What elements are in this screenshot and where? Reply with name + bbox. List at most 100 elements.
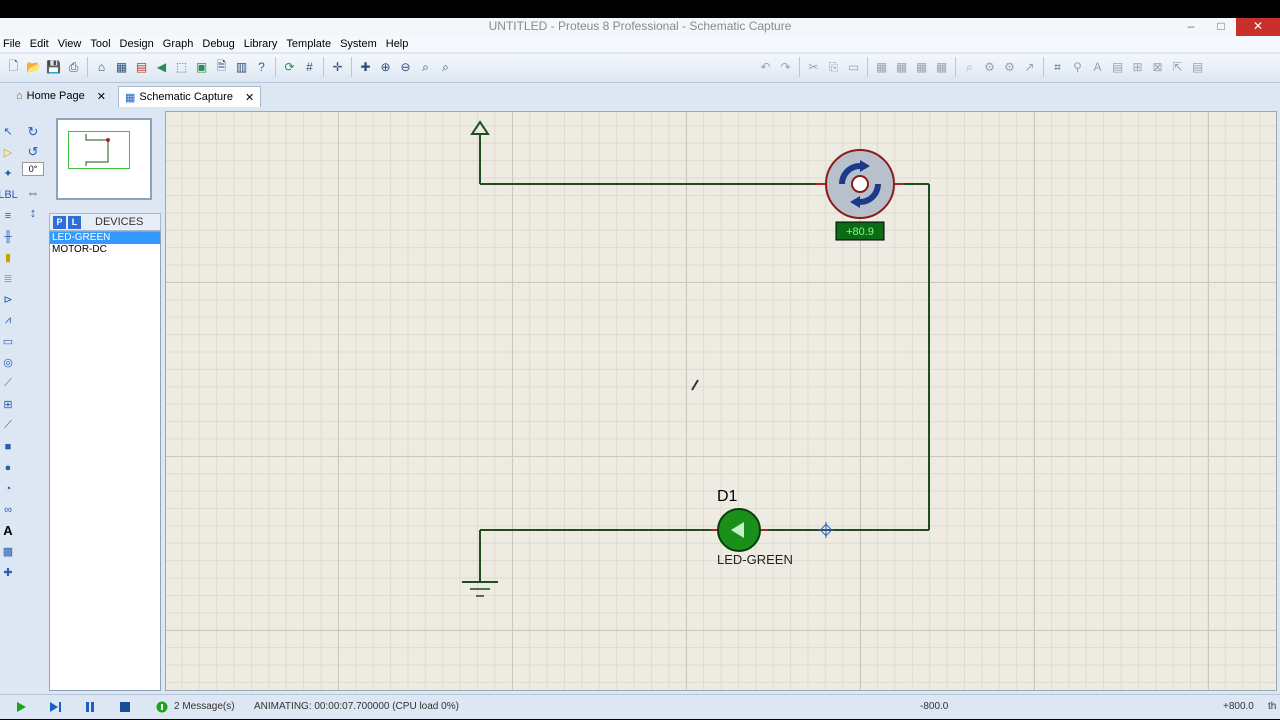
redo-icon[interactable]: ↷	[776, 57, 795, 77]
marker-2d-icon[interactable]: ✚	[0, 563, 16, 582]
virtual-instruments-icon[interactable]: ⊞	[0, 395, 16, 414]
pick-devices-button[interactable]: P	[53, 215, 66, 229]
led-d1[interactable]	[711, 508, 768, 552]
tab-home-page[interactable]: ⌂ Home Page ✕	[10, 86, 112, 106]
rotation-angle-field[interactable]: 0°	[22, 162, 44, 176]
menu-design[interactable]: Design	[117, 36, 160, 52]
close-tab-icon[interactable]: ✕	[245, 91, 254, 104]
print-icon[interactable]: ⎙	[64, 57, 83, 77]
box-2d-icon[interactable]: ■	[0, 437, 16, 456]
messages-count[interactable]: 2 Message(s)	[174, 701, 235, 712]
menu-graph[interactable]: Graph	[160, 36, 200, 52]
step-icon[interactable]	[48, 699, 64, 715]
rotate-clockwise-icon[interactable]: ↻	[22, 122, 44, 142]
dc-motor[interactable]	[816, 149, 904, 219]
package-tool-icon[interactable]: ⚙	[1000, 57, 1019, 77]
zoom-in-icon[interactable]: ⊕	[376, 57, 395, 77]
undo-icon[interactable]: ↶	[756, 57, 775, 77]
gerber-icon[interactable]: ◀	[152, 57, 171, 77]
device-pins-icon[interactable]: ⊳	[0, 290, 16, 309]
rotate-anticlockwise-icon[interactable]: ↺	[22, 142, 44, 162]
menu-debug[interactable]: Debug	[199, 36, 240, 52]
schematic-icon[interactable]: ▦	[112, 57, 131, 77]
zoom-all-icon[interactable]: ⌕	[416, 57, 435, 77]
maximize-button[interactable]: □	[1206, 18, 1236, 36]
block-move-icon[interactable]: ▦	[892, 57, 911, 77]
mirror-y-icon[interactable]: ↕	[22, 202, 44, 222]
line-2d-icon[interactable]: ⟋	[0, 416, 16, 435]
component-mode-icon[interactable]: ▷	[0, 143, 16, 162]
open-folder-icon[interactable]: 📂	[24, 57, 43, 77]
arc-2d-icon[interactable]: ◔	[0, 479, 16, 498]
stop-icon[interactable]	[117, 699, 133, 715]
3d-icon[interactable]: ⬚	[172, 57, 191, 77]
grid-icon[interactable]: #	[300, 57, 319, 77]
home-icon[interactable]: ⌂	[92, 57, 111, 77]
new-file-icon[interactable]: 🗋	[4, 57, 23, 77]
menu-tool[interactable]: Tool	[87, 36, 116, 52]
remove-sheet-icon[interactable]: ⊠	[1148, 57, 1167, 77]
circle-2d-icon[interactable]: ●	[0, 458, 16, 477]
graph-mode-icon[interactable]: ⩘	[0, 311, 16, 330]
block-copy-icon[interactable]: ▦	[872, 57, 891, 77]
decompose-icon[interactable]: ↗	[1020, 57, 1039, 77]
menu-edit[interactable]: Edit	[27, 36, 55, 52]
bill-of-materials-icon[interactable]: ▤	[1188, 57, 1207, 77]
pan-icon[interactable]: ✚	[356, 57, 375, 77]
zoom-area-icon[interactable]: ⌕	[436, 57, 455, 77]
junction-dot-icon[interactable]: ✦	[0, 164, 16, 183]
schematic-canvas[interactable]: +80.9 D1 LED-GREEN	[165, 111, 1277, 691]
pause-icon[interactable]	[82, 699, 98, 715]
list-item[interactable]: LED-GREEN	[50, 232, 160, 244]
wire-autorouter-icon[interactable]: ⌗	[1048, 57, 1067, 77]
power-terminal[interactable]	[470, 120, 490, 184]
search-tag-icon[interactable]: ⚲	[1068, 57, 1087, 77]
close-tab-icon[interactable]: ✕	[97, 90, 106, 103]
text-script-icon[interactable]: ≡	[0, 206, 16, 225]
ground-terminal[interactable]	[462, 581, 498, 597]
minimize-button[interactable]: –	[1176, 18, 1206, 36]
paste-icon[interactable]: ▭	[844, 57, 863, 77]
cut-icon[interactable]: ✂	[804, 57, 823, 77]
pick-device-icon[interactable]: ⌕	[960, 57, 979, 77]
library-manager-button[interactable]: L	[68, 215, 81, 229]
overview-window[interactable]	[56, 118, 152, 200]
block-rotate-icon[interactable]: ▦	[912, 57, 931, 77]
copy-icon[interactable]: ⎘	[824, 57, 843, 77]
make-device-icon[interactable]: ⚙	[980, 57, 999, 77]
play-icon[interactable]	[13, 699, 29, 715]
mirror-x-icon[interactable]: ⇔	[22, 182, 44, 202]
close-button[interactable]: ✕	[1236, 18, 1280, 36]
refresh-page-icon[interactable]: ⟳	[280, 57, 299, 77]
symbol-2d-icon[interactable]: ▩	[0, 542, 16, 561]
list-item[interactable]: MOTOR-DC	[50, 244, 160, 256]
new-sheet-icon[interactable]: ⊞	[1128, 57, 1147, 77]
notes-icon[interactable]: ▥	[232, 57, 251, 77]
buses-icon[interactable]: ╫	[0, 227, 16, 246]
tape-recorder-icon[interactable]: ▭	[0, 332, 16, 351]
path-2d-icon[interactable]: ∞	[0, 500, 16, 519]
help-icon[interactable]: ?	[252, 57, 271, 77]
bom-icon[interactable]: ▣	[192, 57, 211, 77]
voltage-probe-icon[interactable]: ⟋	[0, 374, 16, 393]
save-icon[interactable]: 💾	[44, 57, 63, 77]
block-delete-icon[interactable]: ▦	[932, 57, 951, 77]
selection-mode-icon[interactable]: ↖	[0, 122, 16, 141]
property-assign-icon[interactable]: A	[1088, 57, 1107, 77]
menu-file[interactable]: File	[0, 36, 27, 52]
menu-help[interactable]: Help	[383, 36, 415, 52]
zoom-out-icon[interactable]: ⊖	[396, 57, 415, 77]
tab-schematic-capture[interactable]: ▦ Schematic Capture ✕	[118, 86, 262, 107]
exit-to-parent-icon[interactable]: ⇱	[1168, 57, 1187, 77]
subcircuit-icon[interactable]: ▮	[0, 248, 16, 267]
wire-label-icon[interactable]: LBL	[0, 185, 18, 204]
design-explorer-icon[interactable]: ▤	[1108, 57, 1127, 77]
origin-icon[interactable]: ✛	[328, 57, 347, 77]
menu-library[interactable]: Library	[241, 36, 284, 52]
generator-icon[interactable]: ◎	[0, 353, 16, 372]
pcb-icon[interactable]: ▤	[132, 57, 151, 77]
menu-system[interactable]: System	[337, 36, 383, 52]
terminals-icon[interactable]: ≣	[0, 269, 16, 288]
menu-template[interactable]: Template	[283, 36, 337, 52]
text-2d-icon[interactable]: A	[0, 521, 16, 540]
